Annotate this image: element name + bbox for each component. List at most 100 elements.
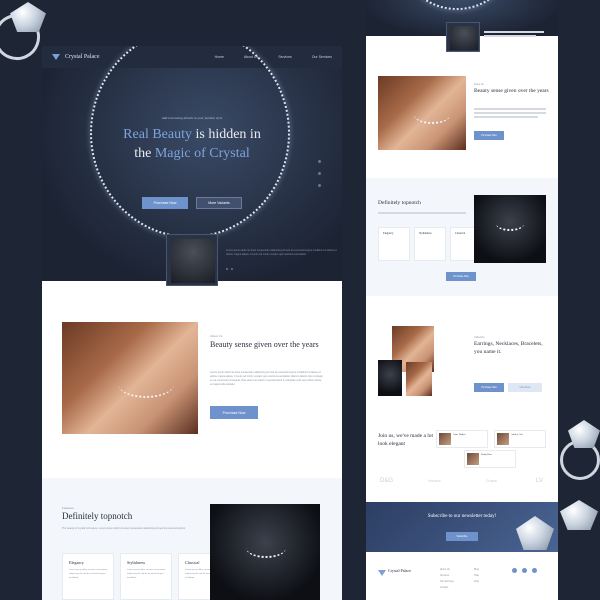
purchase-now-button[interactable]: Purchase Now xyxy=(210,406,258,419)
carousel-dot[interactable] xyxy=(318,160,321,163)
brand-logo-versace: Versace xyxy=(428,479,441,483)
subscribe-button[interactable]: Subscribe xyxy=(446,532,478,541)
carousel-dot[interactable] xyxy=(318,172,321,175)
brand-name: Crystal Palace xyxy=(65,54,100,60)
product-image-card[interactable] xyxy=(166,234,218,286)
diamond-gem-icon xyxy=(560,500,598,530)
purchase-now-button[interactable]: Purchase Now xyxy=(474,383,504,392)
feature-card-title: Elegancy xyxy=(383,232,394,235)
facebook-icon[interactable] xyxy=(512,568,517,573)
necklace-image xyxy=(118,370,174,398)
twitter-icon[interactable] xyxy=(522,568,527,573)
feature-card-title: Stylishness xyxy=(419,232,432,235)
necklace-bust-photo xyxy=(210,504,320,600)
about-title: Beauty sense given over the years xyxy=(210,340,319,349)
diamond-logo-icon xyxy=(52,54,60,60)
feature-card-elegancy: Elegancy xyxy=(378,227,410,261)
jewelry-bust-image xyxy=(171,239,215,283)
hero-title-text: the xyxy=(134,146,155,161)
about-title: Beauty sense given over the years xyxy=(474,88,549,94)
features-title: Definitely topnotch xyxy=(62,511,133,521)
purchase-now-button[interactable]: Purchase Now xyxy=(142,197,188,209)
footer-link[interactable]: About Us xyxy=(440,568,450,571)
footer-link[interactable]: Our Services xyxy=(440,580,454,583)
testimonial-card: Emily Rose xyxy=(464,450,516,468)
hero-title-text: is hidden in xyxy=(191,127,261,142)
carousel-dot[interactable] xyxy=(318,184,321,187)
collection-photo-bracelet xyxy=(406,362,432,396)
necklace-bust-photo xyxy=(474,195,546,263)
testimonial-name: Emily Rose xyxy=(481,453,493,456)
hero-title-accent: Magic of Crystal xyxy=(154,146,250,161)
text-placeholder xyxy=(378,212,466,214)
footer-link[interactable]: Services xyxy=(440,574,449,577)
feature-card-stylishness: Stylishness xyxy=(414,227,446,261)
testimonial-card: Anne Walker xyxy=(436,430,488,448)
hero-title-accent: Real Beauty xyxy=(123,127,192,142)
footer-link[interactable]: Help xyxy=(474,574,479,577)
about-kicker: About Us xyxy=(474,83,484,86)
necklace-image xyxy=(496,217,524,231)
landing-page-preview-secondary: Diamond Carbine Infinity About Us Beauty… xyxy=(366,0,558,600)
product-title: Diamond Carbine Infinity xyxy=(484,24,518,28)
text-placeholder xyxy=(484,31,544,33)
collection-photo-earrings xyxy=(378,360,402,396)
feature-card-desc: Lorem ipsum dolor sit amet consectetur a… xyxy=(69,569,108,579)
collection-title: Earrings, Necklaces, Bracelets, you name… xyxy=(474,341,543,355)
view-more-button[interactable]: View More xyxy=(508,383,542,392)
text-placeholder xyxy=(484,35,536,37)
footer-link[interactable]: Contact xyxy=(440,586,448,589)
about-body: Lorem ipsum dolor sit amet consectetur a… xyxy=(210,371,323,386)
feature-card-title: Elegancy xyxy=(69,560,84,565)
text-placeholder xyxy=(474,112,546,114)
feature-card-stylishness: Stylishness Lorem ipsum dolor sit amet c… xyxy=(120,553,172,600)
feature-card-title: Classical xyxy=(455,232,466,235)
testimonial-name: Ashley Cole xyxy=(511,433,523,436)
product-description: Lorem ipsum dolor sit amet consectetur a… xyxy=(226,249,337,256)
necklace-image xyxy=(246,538,286,558)
brand-logo-lv: LV xyxy=(536,478,543,484)
newsletter-title: Subscribe to our newsletter today! xyxy=(427,514,497,519)
testimonial-card: Ashley Cole xyxy=(494,430,546,448)
purchase-now-button[interactable]: Purchase Now xyxy=(446,272,476,281)
footer-brand-name: Crystal Palace xyxy=(388,568,411,573)
feature-card-desc: Lorem ipsum dolor sit amet consectetur a… xyxy=(127,569,166,579)
feature-card-elegancy: Elegancy Lorem ipsum dolor sit amet cons… xyxy=(62,553,114,600)
landing-page-preview-main: Crystal Palace Home About Us Services Ou… xyxy=(42,46,342,600)
jewelry-bust-image xyxy=(450,26,478,50)
product-image-card[interactable] xyxy=(446,22,480,52)
collection-kicker: Collection xyxy=(474,336,485,339)
woman-with-necklace-photo xyxy=(378,76,466,150)
necklace-image xyxy=(414,106,450,124)
instagram-icon[interactable] xyxy=(532,568,537,573)
features-body: The beauty of crystal is timeless. Lorem… xyxy=(62,527,186,530)
carousel-dot[interactable] xyxy=(226,268,228,270)
hero-tagline: Add increasing details to your fashion s… xyxy=(161,116,223,120)
text-placeholder xyxy=(474,108,546,110)
hero-title-line-2: the Magic of Crystal xyxy=(42,144,342,163)
footer-link[interactable]: Blog xyxy=(474,568,479,571)
nav-link-our-services[interactable]: Our Services xyxy=(312,55,332,59)
avatar xyxy=(497,433,509,445)
woman-with-necklace-photo xyxy=(62,322,198,434)
features-kicker: Features xyxy=(62,506,74,510)
hero-title-line-1: Real Beauty is hidden in xyxy=(42,125,342,144)
product-title: Diamond Carbine Infinity xyxy=(226,239,278,244)
more-variants-button[interactable]: More Variants xyxy=(196,197,242,209)
avatar xyxy=(439,433,451,445)
text-placeholder xyxy=(474,116,538,118)
diamond-necklace-image xyxy=(402,0,512,10)
testimonials-title: Join us, we've made a lot look elegant xyxy=(378,433,434,447)
carousel-dot[interactable] xyxy=(231,268,233,270)
about-kicker: About Us xyxy=(210,334,223,338)
brand-logo-dg: D&G xyxy=(380,478,394,484)
footer-link[interactable]: FAQ xyxy=(474,580,479,583)
features-title: Definitely topnotch xyxy=(378,200,421,206)
nav-link-services[interactable]: Services xyxy=(278,55,291,59)
purchase-now-button[interactable]: Purchase Now xyxy=(474,131,504,140)
avatar xyxy=(467,453,479,465)
feature-card-title: Classical xyxy=(185,560,200,565)
brand-logo-chanel: Chanel xyxy=(486,479,498,483)
testimonial-name: Anne Walker xyxy=(453,433,466,436)
diamond-logo-icon xyxy=(378,570,386,576)
